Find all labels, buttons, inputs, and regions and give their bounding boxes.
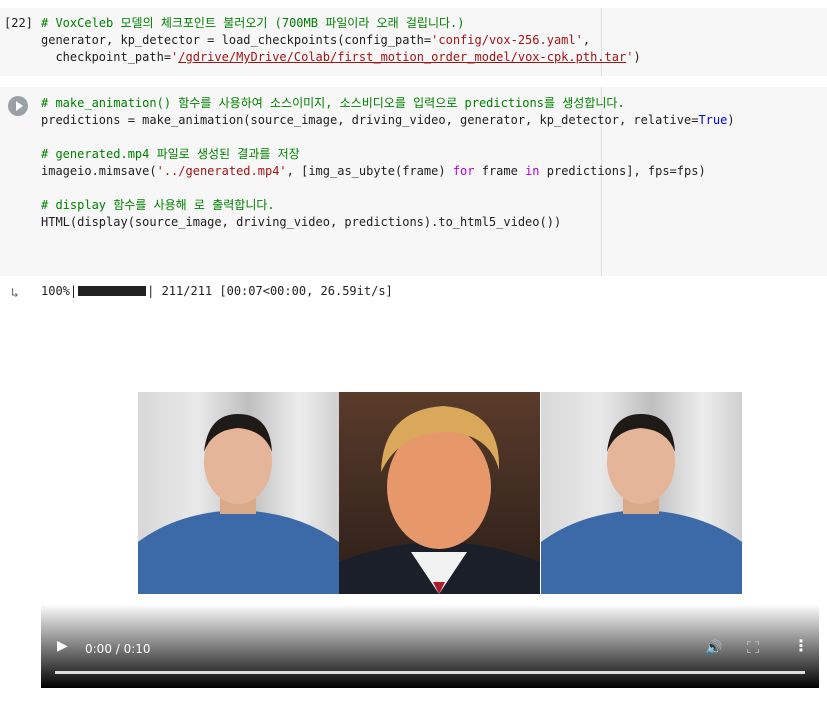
video-player[interactable]: ▶ 0:00 / 0:10 🔊 ⋮	[41, 300, 819, 688]
prediction-frame	[541, 392, 742, 594]
video-controls: ▶ 0:00 / 0:10 🔊 ⋮	[41, 604, 819, 688]
execution-count: [22]	[4, 16, 33, 30]
output-arrow-icon[interactable]: ↳	[11, 286, 19, 301]
code-text: checkpoint_path=	[41, 50, 172, 64]
volume-icon[interactable]: 🔊	[705, 640, 722, 656]
code-comment: # VoxCeleb 모델의 체크포인트 불러오기 (700MB 파일이라 오래…	[41, 16, 465, 30]
code-comment: # make_animation() 함수를 사용하여 소스이미지, 소스비디오…	[41, 96, 625, 110]
code-text: , [img_as_ubyte(frame)	[286, 164, 453, 178]
code-cell-animation[interactable]: # make_animation() 함수를 사용하여 소스이미지, 소스비디오…	[0, 87, 827, 276]
code-text: ,	[582, 33, 591, 47]
code-text: predictions = make_animation(source_imag…	[41, 113, 699, 127]
progress-output: 100%| | 211/211 [00:07<00:00, 26.59it/s]	[41, 284, 393, 298]
progress-stats: | 211/211 [00:07<00:00, 26.59it/s]	[147, 284, 393, 298]
code-keyword: in	[525, 164, 540, 178]
code-keyword: True	[698, 113, 728, 127]
code-string: '../generated.mp4'	[156, 164, 287, 178]
more-options-icon[interactable]: ⋮	[793, 636, 809, 655]
code-text: HTML(display(source_image, driving_video…	[41, 215, 562, 229]
code-text: imageio.mimsave(	[41, 164, 157, 178]
code-text: )	[727, 113, 735, 127]
progress-percent: 100%|	[41, 284, 78, 298]
seek-bar[interactable]	[55, 671, 805, 674]
play-icon[interactable]: ▶	[57, 638, 68, 654]
driving-video-frame	[339, 392, 540, 594]
run-cell-button[interactable]	[8, 96, 28, 116]
code-text: predictions], fps=fps)	[539, 164, 706, 178]
source-image	[138, 392, 339, 594]
path-link[interactable]: /gdrive/MyDrive/Colab/first_motion_order…	[178, 50, 626, 64]
code-keyword: for	[452, 164, 475, 178]
code-comment: # display 함수를 사용해 로 출력합니다.	[41, 198, 275, 212]
code-text: generator, kp_detector = load_checkpoint…	[41, 33, 432, 47]
video-time: 0:00 / 0:10	[85, 642, 151, 656]
code-cell-checkpoint[interactable]: [22] # VoxCeleb 모델의 체크포인트 불러오기 (700MB 파일…	[0, 8, 827, 76]
fullscreen-icon[interactable]	[746, 638, 760, 654]
code-text: )	[633, 50, 641, 64]
code-string: 'config/vox-256.yaml'	[431, 33, 583, 47]
progress-bar	[78, 286, 147, 296]
code-editor[interactable]: # make_animation() 함수를 사용하여 소스이미지, 소스비디오…	[41, 95, 735, 231]
code-text: frame	[474, 164, 526, 178]
code-editor[interactable]: # VoxCeleb 모델의 체크포인트 불러오기 (700MB 파일이라 오래…	[41, 15, 641, 66]
code-comment: # generated.mp4 파일로 생성된 결과를 저장	[41, 147, 300, 161]
